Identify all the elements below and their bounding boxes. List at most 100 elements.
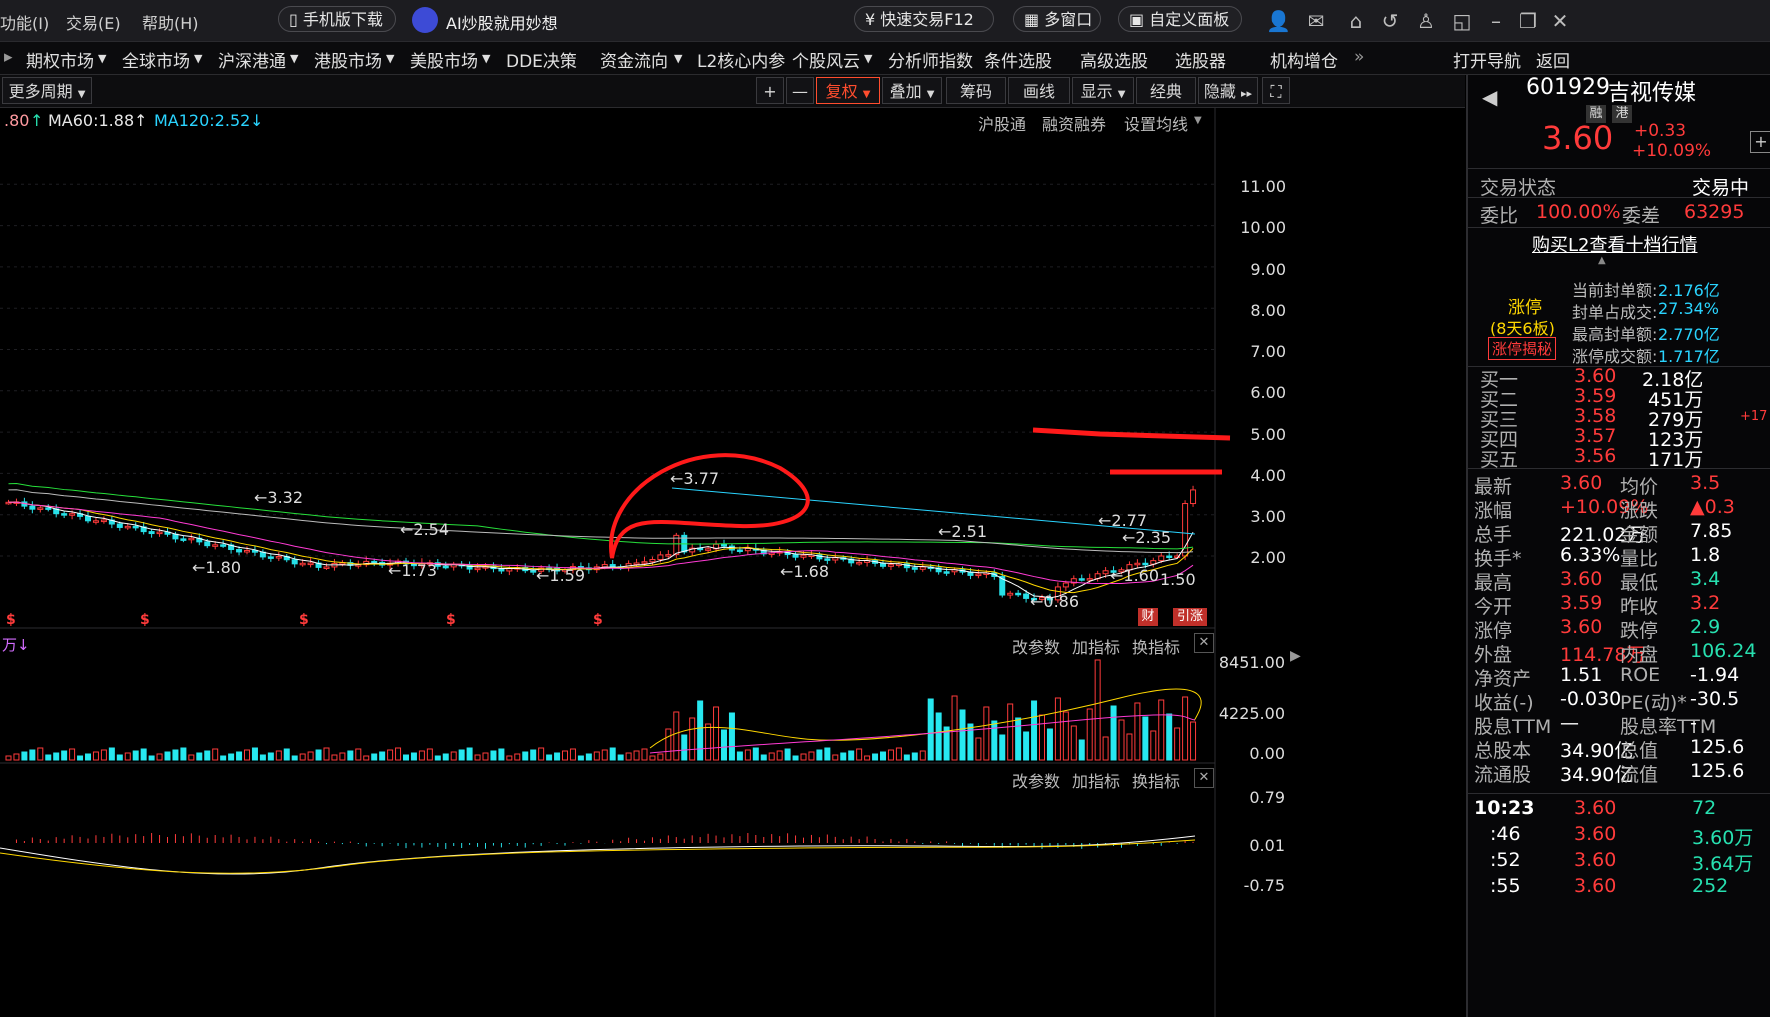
- nav-more-icon[interactable]: »: [1354, 47, 1364, 67]
- finance-badge[interactable]: 财: [1138, 608, 1158, 626]
- indicator-change-params[interactable]: 改参数: [1012, 768, 1060, 792]
- multi-window-button[interactable]: ▦ 多窗口: [1013, 6, 1101, 32]
- back-icon[interactable]: ↺: [1378, 9, 1402, 33]
- volume-add-indicator[interactable]: 加指标: [1072, 634, 1120, 658]
- volume-bar: [116, 754, 123, 761]
- window-icon[interactable]: ◱: [1450, 9, 1474, 33]
- overlay-dropdown[interactable]: 叠加 ▼: [882, 77, 942, 104]
- limit-up-badge[interactable]: 引涨: [1173, 608, 1207, 626]
- limit-stat-value: 27.34%: [1658, 299, 1720, 318]
- tick-price: 3.60: [1574, 823, 1617, 845]
- dividend-marker-icon[interactable]: $: [299, 612, 309, 628]
- indicator-switch[interactable]: 换指标: [1132, 768, 1180, 792]
- volume-bar: [53, 752, 60, 761]
- add-watchlist-button[interactable]: +: [1750, 131, 1770, 153]
- volume-bar: [1126, 733, 1133, 761]
- volume-bar: [363, 755, 370, 761]
- nav-screener[interactable]: 选股器: [1175, 47, 1226, 72]
- dividend-marker-icon[interactable]: $: [593, 612, 603, 628]
- fuquan-dropdown[interactable]: 复权 ▼: [816, 77, 880, 104]
- menu-trade[interactable]: 交易(E): [66, 10, 121, 34]
- candlestick: [212, 544, 219, 547]
- dividend-marker-icon[interactable]: $: [446, 612, 456, 628]
- fast-trade-button[interactable]: ¥ 快速交易F12: [854, 6, 994, 32]
- volume-bar: [864, 755, 871, 761]
- nav-condition[interactable]: 条件选股: [984, 47, 1052, 72]
- prev-stock-icon[interactable]: ◀: [1482, 85, 1497, 109]
- nav-capital-flow[interactable]: 资金流向: [600, 47, 668, 72]
- stat-value: -: [1690, 712, 1697, 734]
- close-icon[interactable]: ✕: [1548, 9, 1572, 33]
- volume-switch-indicator[interactable]: 换指标: [1132, 634, 1180, 658]
- collapse-arrow-icon[interactable]: ▶: [1290, 648, 1301, 664]
- volume-bar: [840, 752, 847, 761]
- display-dropdown[interactable]: 显示 ▼: [1072, 77, 1134, 104]
- price-tick: 8.00: [1250, 301, 1286, 320]
- draw-line-button[interactable]: 画线: [1008, 77, 1070, 104]
- stat-label: 涨停: [1474, 620, 1513, 642]
- volume-bar: [593, 751, 600, 761]
- nav-l2[interactable]: L2核心内参: [697, 47, 785, 72]
- menu-function[interactable]: 功能(I): [0, 10, 49, 34]
- dividend-marker-icon[interactable]: $: [140, 612, 150, 628]
- volume-bar: [347, 750, 354, 761]
- nav-arrow-icon[interactable]: ▸: [4, 47, 13, 67]
- caret-down-icon: ▼: [864, 52, 873, 65]
- mail-icon[interactable]: ✉: [1304, 9, 1328, 33]
- chips-button[interactable]: 筹码: [946, 77, 1006, 104]
- volume-bar: [5, 755, 12, 761]
- nav-hk[interactable]: 港股市场: [314, 47, 382, 72]
- nav-hkconnect[interactable]: 沪深港通: [218, 47, 286, 72]
- close-icon[interactable]: ✕: [1194, 633, 1214, 653]
- volume-bar: [387, 749, 394, 761]
- candlestick: [665, 554, 672, 557]
- nav-analyst[interactable]: 分析师指数: [888, 47, 973, 72]
- dividend-marker-icon[interactable]: $: [6, 612, 16, 628]
- nav-open-navigation[interactable]: 打开导航: [1453, 47, 1521, 72]
- mobile-download-button[interactable]: ▯ 手机版下载: [278, 6, 396, 32]
- price-tick: 11.00: [1240, 177, 1286, 196]
- shirt-icon[interactable]: ♙: [1414, 9, 1438, 33]
- maximize-icon[interactable]: ❐: [1516, 9, 1540, 33]
- limit-up-reveal-button[interactable]: 涨停揭秘: [1488, 337, 1557, 360]
- limit-stat-label: 封单占成交:: [1572, 303, 1658, 322]
- zoom-in-button[interactable]: +: [756, 77, 784, 104]
- menu-help[interactable]: 帮助(H): [142, 10, 199, 34]
- volume-bar: [236, 751, 243, 761]
- custom-panel-button[interactable]: ▣ 自定义面板: [1118, 6, 1242, 32]
- volume-bar: [466, 747, 473, 761]
- hide-button[interactable]: 隐藏 ▸▸: [1198, 77, 1258, 104]
- nav-options[interactable]: 期权市场: [26, 47, 94, 72]
- close-icon[interactable]: ✕: [1194, 768, 1214, 788]
- nav-us[interactable]: 美股市场: [410, 47, 478, 72]
- volume-bar: [816, 749, 823, 761]
- nav-return[interactable]: 返回: [1536, 47, 1570, 72]
- zoom-out-button[interactable]: —: [786, 77, 814, 104]
- nav-dde[interactable]: DDE决策: [506, 47, 577, 72]
- user-icon[interactable]: 👤: [1266, 9, 1291, 33]
- collapse-up-icon[interactable]: ▲: [1598, 255, 1606, 266]
- nav-advanced[interactable]: 高级选股: [1080, 47, 1148, 72]
- fullscreen-icon[interactable]: ⛶: [1262, 77, 1290, 104]
- nav-institution[interactable]: 机构增仓: [1270, 47, 1338, 72]
- nav-stock-news[interactable]: 个股风云: [792, 47, 860, 72]
- stat-label: 金额: [1620, 524, 1659, 546]
- ai-stock-link[interactable]: AI炒股就用妙想: [446, 10, 558, 34]
- stat-value: 3.60: [1560, 616, 1603, 638]
- volume-change-params[interactable]: 改参数: [1012, 634, 1060, 658]
- indicator-add[interactable]: 加指标: [1072, 768, 1120, 792]
- candlestick: [275, 556, 282, 559]
- nav-global[interactable]: 全球市场: [122, 47, 190, 72]
- volume-bar: [1142, 716, 1149, 761]
- current-price: 3.60: [1542, 119, 1614, 157]
- volume-bar: [21, 751, 28, 761]
- home-icon[interactable]: ⌂: [1344, 9, 1368, 33]
- stat-value: 1.51: [1560, 664, 1603, 686]
- minimize-icon[interactable]: –: [1484, 9, 1508, 33]
- classic-button[interactable]: 经典: [1136, 77, 1196, 104]
- indicator-tick: 0.01: [1249, 836, 1285, 855]
- volume-bar: [935, 712, 942, 761]
- volume-bar: [124, 752, 131, 761]
- period-selector[interactable]: 更多周期 ▼: [2, 77, 92, 104]
- buy-l2-link[interactable]: 购买L2查看十档行情: [1532, 231, 1697, 257]
